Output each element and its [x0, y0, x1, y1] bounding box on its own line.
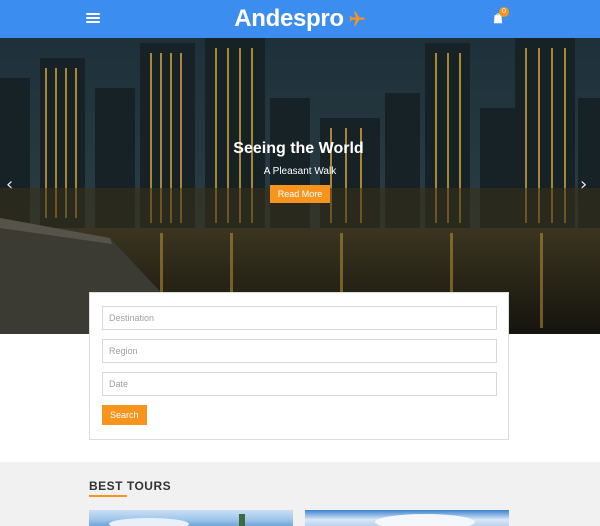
hero-caption: Seeing the World A Pleasant Walk Read Mo…	[0, 140, 600, 203]
hero-title: Seeing the World	[233, 140, 364, 157]
tour-card-1[interactable]	[89, 510, 293, 526]
search-button[interactable]: Search	[102, 405, 147, 425]
destination-field[interactable]	[102, 306, 497, 330]
tour-card-2[interactable]	[305, 510, 509, 526]
cart-count-badge: 0	[499, 7, 509, 17]
plane-icon	[349, 11, 365, 26]
section-title-underline	[89, 495, 127, 497]
section-title: BEST TOURS	[89, 479, 172, 493]
date-field[interactable]	[102, 372, 497, 396]
logo[interactable]: Andespro	[234, 5, 366, 33]
top-navbar: Andespro 0	[0, 0, 600, 38]
tour-image	[109, 514, 245, 526]
cart-icon[interactable]: 0	[491, 7, 509, 27]
hero-slider: ‹ › Seeing the World A Pleasant Walk Rea…	[0, 38, 600, 334]
region-field[interactable]	[102, 339, 497, 363]
tour-search-form: Search	[89, 292, 509, 440]
read-more-button[interactable]: Read More	[269, 185, 331, 203]
tour-image	[375, 514, 475, 526]
hero-subtitle: A Pleasant Walk	[263, 166, 337, 177]
menu-icon[interactable]	[86, 11, 100, 25]
logo-text: Andespro	[234, 5, 344, 32]
